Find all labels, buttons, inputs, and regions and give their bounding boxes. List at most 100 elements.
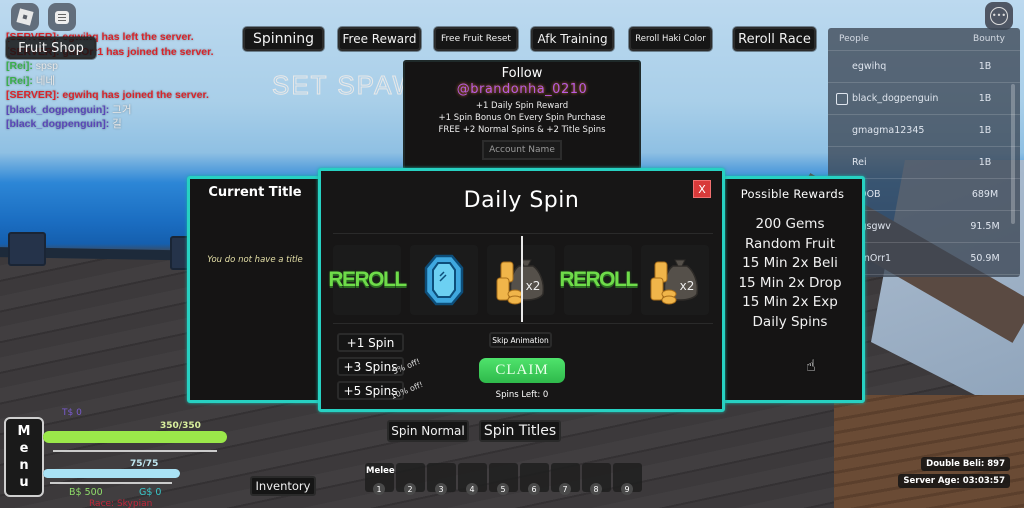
reward-item: 15 Min 2x Beli	[742, 255, 838, 271]
player-bounty: 1B	[978, 61, 992, 72]
divider	[53, 450, 217, 452]
player-bounty: 1B	[978, 125, 992, 136]
leaderboard-row[interactable]: Rei 1B	[828, 147, 1020, 179]
daily-spin-title: Daily Spin	[463, 188, 580, 213]
chat-message: [SERVER]: egwihq has joined the server.	[6, 88, 214, 103]
spin-normal-tab[interactable]: Spin Normal	[387, 420, 469, 442]
hotbar-slot-number: 8	[590, 483, 602, 495]
afk-training-button[interactable]: Afk Training	[531, 27, 614, 51]
reroll-icon: REROLL	[559, 268, 638, 291]
chat-speaker: [SERVER]:	[6, 89, 60, 101]
inventory-label: Inventory	[255, 479, 311, 493]
race-label: Race: Skypian	[89, 499, 153, 508]
roblox-menu-button[interactable]	[11, 3, 39, 31]
menu-button[interactable]: M e n u	[4, 417, 44, 497]
reroll-icon: REROLL	[328, 268, 407, 291]
people-header: People	[839, 34, 869, 44]
player-bounty: 689M	[971, 189, 999, 200]
leaderboard-row[interactable]: egwihq 1B	[828, 51, 1020, 83]
reroll-haki-color-button[interactable]: Reroll Haki Color	[629, 27, 712, 51]
chat-speaker: [black_dogpenguin]:	[6, 103, 110, 116]
spin-slot-reroll: REROLL	[559, 245, 638, 315]
reroll-race-label: Reroll Race	[738, 31, 811, 47]
buy-1-spin-button[interactable]: +1 Spin	[337, 333, 404, 352]
chat-text: 길	[112, 118, 122, 130]
player-bounty: 1B	[978, 157, 992, 168]
follow-title: Follow	[501, 66, 543, 81]
hotbar-slot-number: 6	[528, 483, 540, 495]
free-reward-button[interactable]: Free Reward	[338, 27, 421, 51]
chat-message: [Rei]: spsp	[6, 59, 214, 74]
chat-text: egwihq has joined the server.	[62, 89, 209, 101]
hotbar-slot-number: 7	[559, 483, 571, 495]
chat-text: 그거	[112, 103, 132, 116]
leaderboard-scrollbar[interactable]	[1011, 84, 1015, 224]
spin-normal-label: Spin Normal	[391, 424, 465, 438]
current-title-text: You do not have a title	[207, 255, 303, 265]
account-name-input[interactable]: Account Name	[482, 140, 562, 160]
chat-message: [black_dogpenguin]: 길	[6, 117, 214, 132]
hotbar-slot-number: 3	[435, 483, 447, 495]
follow-panel: Follow @brandonha_0210 +1 Daily Spin Rew…	[403, 60, 641, 170]
menu-letter: e	[19, 441, 29, 456]
menu-letter: M	[17, 424, 31, 439]
reroll-haki-color-label: Reroll Haki Color	[635, 34, 706, 44]
close-button[interactable]: X	[693, 180, 711, 198]
claim-label: CLAIM	[495, 362, 549, 378]
hotbar-slot-number: 4	[466, 483, 478, 495]
multiplier-label: x2	[680, 279, 695, 293]
server-age-status: Server Age: 03:03:57	[898, 474, 1010, 488]
free-fruit-reset-button[interactable]: Free Fruit Reset	[434, 27, 518, 51]
reward-item: 15 Min 2x Drop	[738, 274, 842, 291]
mouse-cursor-icon: ☝	[806, 356, 816, 375]
bounty-header: Bounty	[973, 34, 1005, 44]
spinning-button[interactable]: Spinning	[243, 27, 324, 51]
buy-3-spins-label: +3 Spins	[343, 359, 398, 374]
chat-speaker: [Rei]:	[6, 74, 33, 87]
menu-letter: u	[19, 475, 29, 490]
tokens-counter: T$ 0	[62, 408, 82, 418]
chat-toggle-button[interactable]	[48, 3, 76, 31]
hotbar-slot-label: Melee	[366, 466, 395, 476]
player-bounty: 91.5M	[970, 221, 1000, 232]
player-name: Rei	[852, 157, 867, 168]
chat-text: 네네	[35, 74, 56, 87]
spin-titles-tab[interactable]: Spin Titles	[479, 420, 561, 442]
afk-training-label: Afk Training	[537, 32, 608, 46]
spin-slot-reroll: REROLL	[328, 245, 407, 315]
follow-handle: @brandonha_0210	[456, 82, 588, 97]
fruit-shop-label: Fruit Shop	[18, 40, 84, 56]
player-name: black_dogpenguin	[852, 93, 939, 104]
account-name-placeholder: Account Name	[489, 145, 555, 155]
menu-letter: n	[19, 458, 29, 473]
reward-item: Random Fruit	[744, 235, 836, 252]
free-reward-label: Free Reward	[342, 32, 417, 46]
player-bounty: 1B	[978, 93, 992, 104]
inventory-button[interactable]: Inventory	[250, 476, 316, 496]
more-options-button[interactable]: •••	[985, 2, 1013, 30]
premium-icon	[836, 92, 848, 105]
follow-perk: +1 Spin Bonus On Every Spin Purchase	[438, 113, 606, 123]
spin-titles-label: Spin Titles	[483, 423, 557, 439]
rail-post	[8, 232, 46, 266]
leaderboard-row[interactable]: gmagma12345 1B	[828, 115, 1020, 147]
reroll-race-button[interactable]: Reroll Race	[733, 27, 816, 51]
spin-slot-double-money: x2	[641, 245, 709, 315]
follow-perk: FREE +2 Normal Spins & +2 Title Spins	[438, 125, 606, 135]
leaderboard-row[interactable]: black_dogpenguin 1B	[828, 83, 1020, 115]
gem-icon	[424, 254, 464, 306]
gems-counter: G$ 0	[139, 487, 162, 498]
spin-selector-line	[521, 236, 523, 322]
skip-animation-button[interactable]: Skip Animation	[489, 332, 552, 348]
free-fruit-reset-label: Free Fruit Reset	[441, 34, 511, 44]
claim-button[interactable]: CLAIM	[479, 358, 565, 383]
energy-bar-fill	[43, 469, 180, 478]
energy-bar	[43, 469, 180, 478]
possible-rewards-list: 200 Gems Random Fruit 15 Min 2x Beli 15 Min…	[728, 215, 852, 332]
possible-rewards-heading: Possible Rewards	[740, 187, 845, 201]
fruit-shop-button[interactable]: Fruit Shop	[6, 37, 96, 59]
beli-counter: B$ 500	[69, 487, 103, 498]
more-options-icon: •••	[990, 7, 1008, 25]
hotbar-slot-number: 9	[621, 483, 633, 495]
close-icon: X	[698, 182, 706, 196]
